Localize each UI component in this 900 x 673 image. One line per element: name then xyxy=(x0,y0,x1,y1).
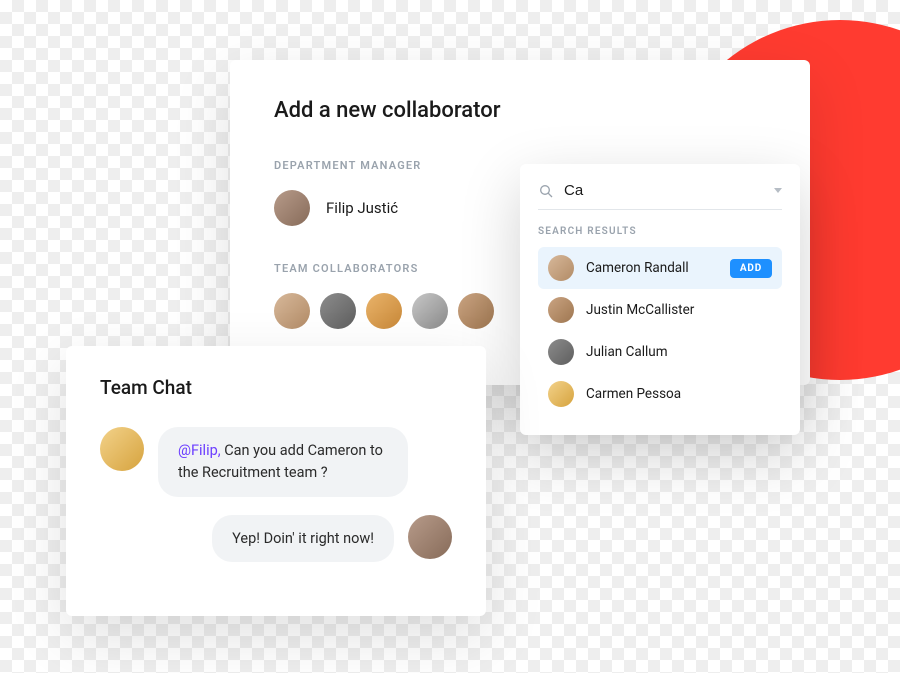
search-field[interactable] xyxy=(538,182,782,210)
result-name: Julian Callum xyxy=(586,344,772,360)
avatar[interactable] xyxy=(366,293,402,329)
avatar[interactable] xyxy=(458,293,494,329)
avatar xyxy=(100,427,144,471)
chevron-down-icon[interactable] xyxy=(774,188,782,193)
avatar xyxy=(548,339,574,365)
avatar xyxy=(548,255,574,281)
avatar xyxy=(548,381,574,407)
search-results-label: Search Results xyxy=(538,226,782,237)
avatar xyxy=(548,297,574,323)
panel-title: Add a new collaborator xyxy=(274,98,766,123)
avatar[interactable] xyxy=(274,293,310,329)
search-result-row[interactable]: Carmen Pessoa xyxy=(538,373,782,415)
avatar xyxy=(408,515,452,559)
avatar[interactable] xyxy=(320,293,356,329)
chat-title: Team Chat xyxy=(100,376,452,399)
chat-bubble: Yep! Doin' it right now! xyxy=(212,515,394,563)
search-popover: Search Results Cameron Randall ADD Justi… xyxy=(520,164,800,435)
result-name: Justin McCallister xyxy=(586,302,772,318)
mention[interactable]: @Filip, xyxy=(178,442,221,459)
team-chat-panel: Team Chat @Filip, Can you add Cameron to… xyxy=(66,346,486,616)
search-result-row[interactable]: Justin McCallister xyxy=(538,289,782,331)
result-name: Cameron Randall xyxy=(586,260,718,276)
manager-name: Filip Justić xyxy=(326,199,398,217)
chat-message-row: Yep! Doin' it right now! xyxy=(100,515,452,563)
result-name: Carmen Pessoa xyxy=(586,386,772,402)
add-button[interactable]: ADD xyxy=(730,259,772,278)
chat-message-row: @Filip, Can you add Cameron to the Recru… xyxy=(100,427,452,497)
avatar xyxy=(274,190,310,226)
search-result-row[interactable]: Julian Callum xyxy=(538,331,782,373)
chat-bubble: @Filip, Can you add Cameron to the Recru… xyxy=(158,427,408,497)
search-input[interactable] xyxy=(564,182,764,199)
search-result-row[interactable]: Cameron Randall ADD xyxy=(538,247,782,289)
search-icon xyxy=(538,183,554,199)
avatar[interactable] xyxy=(412,293,448,329)
